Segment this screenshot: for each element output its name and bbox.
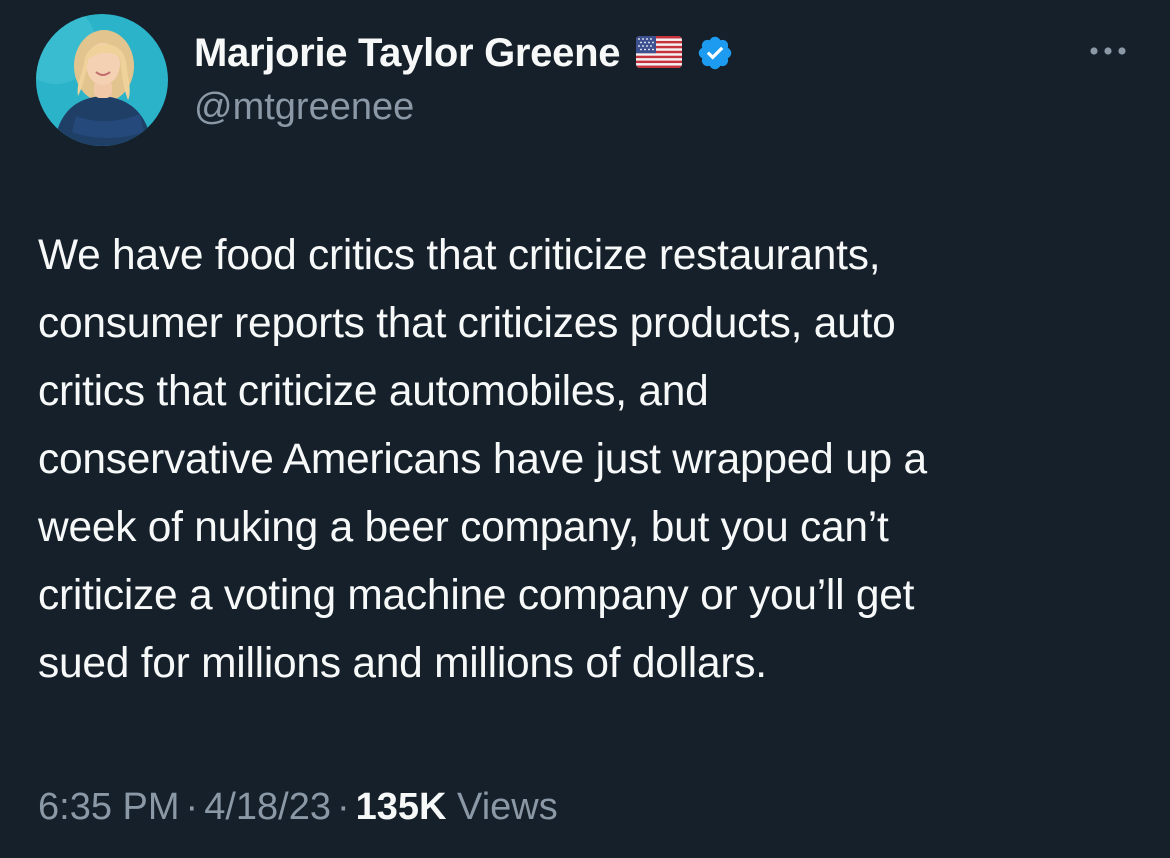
avatar[interactable] <box>36 14 168 146</box>
author-name-row: Marjorie Taylor Greene <box>194 28 734 78</box>
tweet-text-line: critics that criticize automobiles, and <box>38 368 709 415</box>
tweet-text-line: week of nuking a beer company, but you c… <box>38 504 889 551</box>
tweet-date: 4/18/23 <box>204 786 331 828</box>
tweet-metadata: 6:35 PM · 4/18/23 · 135K Views <box>38 786 558 829</box>
views-link[interactable]: 135K Views <box>356 786 558 828</box>
tweet-text-line: conservative Americans have just wrapped… <box>38 436 927 483</box>
tweet-text: We have food critics that criticize rest… <box>38 222 1148 698</box>
verified-badge-icon[interactable] <box>696 34 734 72</box>
author-display-name[interactable]: Marjorie Taylor Greene <box>194 31 620 76</box>
tweet-text-line: sued for millions and millions of dollar… <box>38 640 767 687</box>
tweet-card: Marjorie Taylor Greene @mtgreenee We hav… <box>0 0 1170 858</box>
us-flag-icon <box>636 36 683 70</box>
profile-photo-icon <box>36 14 168 146</box>
tweet-text-line: criticize a voting machine company or yo… <box>38 572 915 619</box>
separator-dot: · <box>185 786 199 828</box>
tweet-time-link[interactable]: 6:35 PM · 4/18/23 <box>38 786 331 828</box>
tweet-time: 6:35 PM <box>38 786 180 828</box>
separator-dot: · <box>336 786 350 828</box>
tweet-text-line: We have food critics that criticize rest… <box>38 232 881 279</box>
more-options-icon[interactable] <box>1084 38 1132 64</box>
views-label: Views <box>457 786 558 828</box>
views-count: 135K <box>355 786 447 828</box>
author-handle[interactable]: @mtgreenee <box>194 86 414 129</box>
tweet-text-line: consumer reports that criticizes product… <box>38 300 896 347</box>
